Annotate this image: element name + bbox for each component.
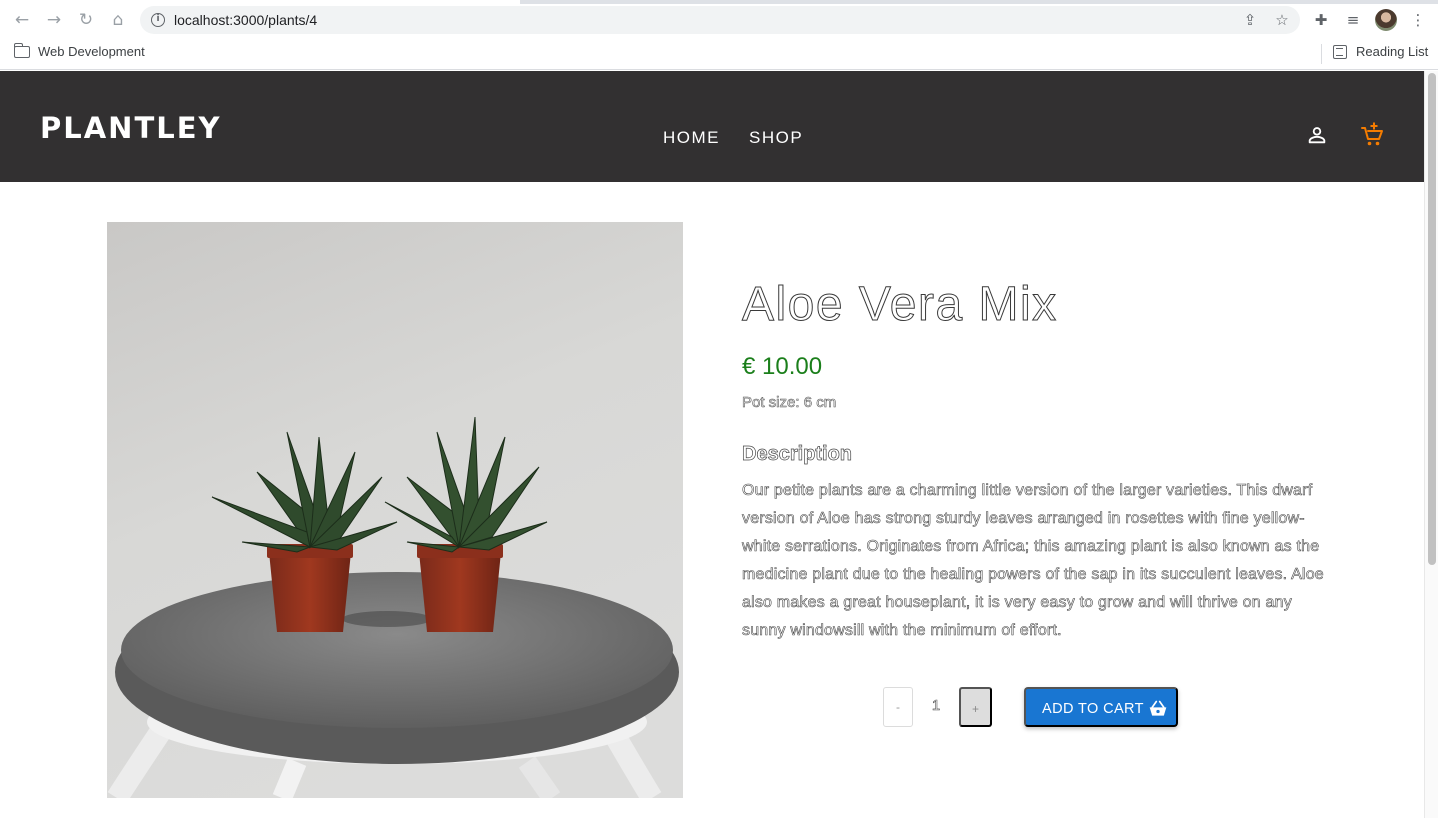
site-logo[interactable]: PLANTLEY [40,111,222,145]
product-image [107,222,683,798]
menu-kebab-icon[interactable]: ⋮ [1407,9,1429,31]
back-icon[interactable]: ← [11,9,33,31]
page-scrollbar[interactable] [1424,71,1438,818]
tab-strip [0,0,1438,4]
site-info-icon[interactable]: i [151,13,165,27]
product-price: € 10.00 [742,353,823,380]
bookmark-folder-web-development[interactable]: Web Development [38,44,145,59]
folder-icon[interactable] [13,43,30,58]
add-to-cart-label: ADD TO CART [1042,701,1144,717]
nav-home-link[interactable]: HOME [663,128,720,148]
nav-shop-link[interactable]: SHOP [749,128,803,148]
profile-avatar[interactable] [1375,9,1397,31]
description-text: Our petite plants are a charming little … [742,482,1324,640]
address-bar[interactable]: i localhost:3000/plants/4 ⇪ ☆ [140,6,1300,34]
forward-icon[interactable]: → [43,9,65,31]
page-viewport: PLANTLEY HOME SHOP Aloe Vera Mix € 10.00… [0,71,1438,818]
scrollbar-thumb[interactable] [1428,73,1436,565]
bookmarks-divider [1321,44,1322,64]
media-queue-icon[interactable]: ≡ [1342,9,1364,31]
home-icon[interactable]: ⌂ [107,9,129,31]
reload-icon[interactable]: ↻ [75,9,97,31]
quantity-decrement-button[interactable]: - [883,687,913,727]
quantity-value: 1 [931,697,941,715]
description-heading: Description [742,443,853,466]
reading-list-button[interactable]: Reading List [1356,44,1428,59]
basket-icon [1149,700,1167,716]
active-tab-indicator [0,0,520,4]
reading-list-icon[interactable] [1333,45,1347,59]
url-text[interactable]: localhost:3000/plants/4 [174,12,317,28]
add-to-cart-button[interactable]: ADD TO CART [1024,687,1178,727]
browser-toolbar: ← → ↻ ⌂ i localhost:3000/plants/4 ⇪ ☆ ✚ … [0,0,1438,40]
extensions-icon[interactable]: ✚ [1310,9,1332,31]
account-icon[interactable] [1306,124,1328,146]
product-title: Aloe Vera Mix [742,278,1058,332]
bookmarks-bar: Web Development Reading List [0,40,1438,70]
share-icon[interactable]: ⇪ [1240,10,1260,30]
pot-size: Pot size: 6 cm [742,394,837,412]
bookmark-star-icon[interactable]: ☆ [1272,10,1292,30]
shopping-cart-icon[interactable] [1360,122,1384,148]
quantity-increment-button[interactable]: + [959,687,992,727]
site-header: PLANTLEY HOME SHOP [0,71,1424,182]
